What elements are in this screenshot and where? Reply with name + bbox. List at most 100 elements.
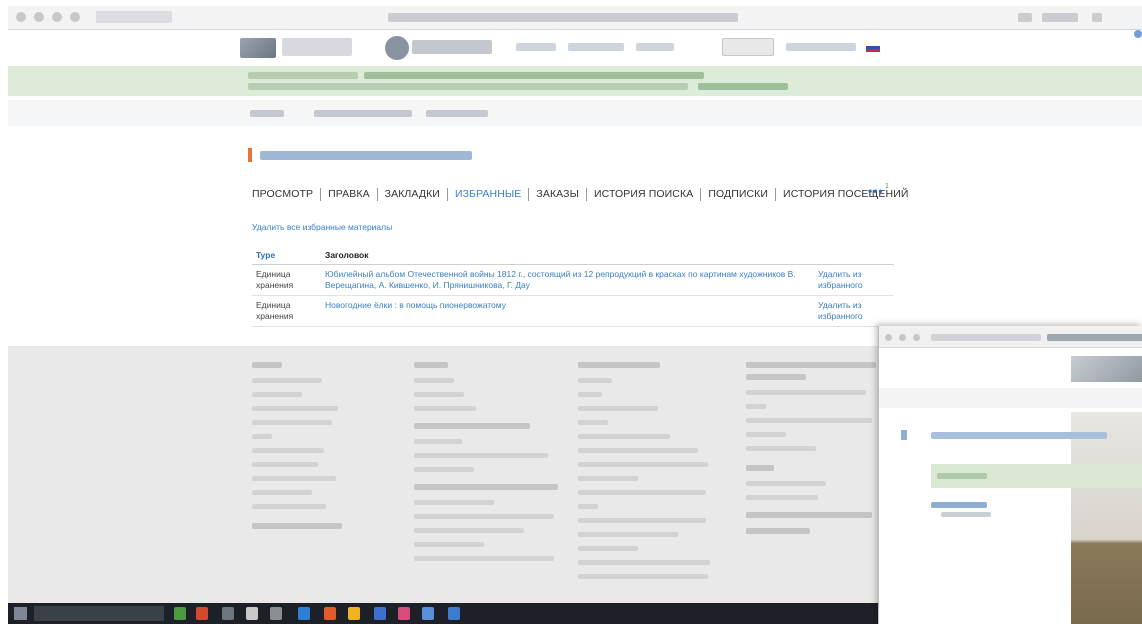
footer-link[interactable]	[252, 490, 312, 495]
footer-heading	[746, 528, 810, 534]
remove-favorite-link[interactable]: Удалить из избранного	[814, 295, 894, 327]
app-icon[interactable]	[348, 607, 360, 620]
app-icon[interactable]	[174, 607, 186, 620]
tab-bookmarks[interactable]: ЗАКЛАДКИ	[378, 187, 447, 201]
row-title-link[interactable]: Новогодние ёлки : в помощь пионервожатом…	[321, 295, 814, 327]
browser-edge-icon[interactable]	[1134, 30, 1142, 38]
window-address-bar[interactable]	[931, 334, 1041, 341]
reload-icon[interactable]	[913, 334, 920, 341]
app-icon[interactable]	[298, 607, 310, 620]
header-nav-item[interactable]	[786, 43, 856, 51]
banner-link[interactable]	[364, 72, 704, 79]
app-icon[interactable]	[374, 607, 386, 620]
footer-link[interactable]	[578, 574, 708, 579]
footer-link[interactable]	[746, 481, 826, 486]
footer-link[interactable]	[414, 392, 464, 397]
start-icon[interactable]	[14, 607, 27, 620]
footer-link[interactable]	[578, 420, 608, 425]
tab-edit[interactable]: ПРАВКА	[321, 187, 377, 201]
footer-link[interactable]	[252, 420, 332, 425]
tab-visit-history[interactable]: ИСТОРИЯ ПОСЕЩЕНИЙ	[776, 187, 915, 201]
footer-link[interactable]	[252, 406, 338, 411]
app-icon[interactable]	[422, 607, 434, 620]
footer-link[interactable]	[414, 514, 554, 519]
footer-link[interactable]	[746, 495, 818, 500]
taskbar-search[interactable]	[34, 606, 164, 621]
home-icon[interactable]	[70, 12, 80, 22]
footer-link[interactable]	[578, 392, 602, 397]
header-nav-item[interactable]	[568, 43, 624, 51]
app-icon[interactable]	[324, 607, 336, 620]
breadcrumb-home[interactable]	[250, 110, 284, 117]
header-nav-item[interactable]	[636, 43, 674, 51]
app-icon[interactable]	[448, 607, 460, 620]
address-bar[interactable]	[96, 11, 172, 23]
extension-icon[interactable]	[1018, 13, 1032, 22]
footer-link[interactable]	[252, 476, 336, 481]
content-link[interactable]	[931, 502, 987, 508]
footer-link[interactable]	[252, 434, 272, 439]
library-logo[interactable]	[240, 38, 276, 58]
column-type[interactable]: Type	[252, 246, 321, 265]
menu-icon[interactable]	[1092, 13, 1102, 22]
app-icon[interactable]	[222, 607, 234, 620]
remove-all-favorites-link[interactable]: Удалить все избранные материалы	[252, 222, 392, 232]
tab-favorites[interactable]: ИЗБРАННЫЕ	[448, 187, 528, 201]
remove-favorite-link[interactable]: Удалить из избранного	[814, 264, 894, 296]
app-icon[interactable]	[398, 607, 410, 620]
tab-orders[interactable]: ЗАКАЗЫ	[529, 187, 586, 201]
app-icon[interactable]	[246, 607, 258, 620]
footer-link[interactable]	[414, 406, 476, 411]
tab-search-history[interactable]: ИСТОРИЯ ПОИСКА	[587, 187, 700, 201]
back-icon[interactable]	[885, 334, 892, 341]
more-tabs-button[interactable]: •••	[868, 184, 884, 198]
footer-link[interactable]	[414, 542, 484, 547]
footer-link[interactable]	[578, 490, 706, 495]
profile-button[interactable]	[1042, 13, 1078, 22]
header-nav-item[interactable]	[516, 43, 556, 51]
footer-link[interactable]	[414, 528, 524, 533]
footer-link[interactable]	[578, 476, 638, 481]
footer-link[interactable]	[746, 446, 816, 451]
footer-link[interactable]	[578, 406, 658, 411]
footer-link[interactable]	[746, 432, 786, 437]
footer-link[interactable]	[746, 390, 866, 395]
footer-link[interactable]	[578, 448, 698, 453]
footer-link[interactable]	[414, 556, 554, 561]
footer-link[interactable]	[578, 504, 598, 509]
header-account-button[interactable]	[722, 38, 774, 56]
footer-link[interactable]	[578, 532, 678, 537]
footer-link[interactable]	[252, 504, 326, 509]
footer-link[interactable]	[414, 500, 494, 505]
footer-link[interactable]	[578, 546, 638, 551]
reload-icon[interactable]	[52, 12, 62, 22]
forward-icon[interactable]	[899, 334, 906, 341]
back-icon[interactable]	[16, 12, 26, 22]
footer-link[interactable]	[746, 404, 766, 409]
forward-icon[interactable]	[34, 12, 44, 22]
app-icon[interactable]	[196, 607, 208, 620]
footer-link[interactable]	[414, 467, 474, 472]
footer-link[interactable]	[414, 439, 462, 444]
footer-link[interactable]	[252, 448, 324, 453]
footer-link[interactable]	[414, 378, 454, 383]
banner-link[interactable]	[698, 83, 788, 90]
tab-subscriptions[interactable]: ПОДПИСКИ	[701, 187, 775, 201]
footer-link[interactable]	[252, 462, 318, 467]
column-title[interactable]: Заголовок	[321, 246, 814, 265]
tab-view[interactable]: ПРОСМОТР	[252, 187, 320, 201]
footer-link[interactable]	[578, 434, 670, 439]
footer-link[interactable]	[578, 462, 708, 467]
footer-link[interactable]	[578, 378, 612, 383]
footer-link[interactable]	[414, 453, 548, 458]
footer-link[interactable]	[578, 560, 710, 565]
breadcrumb-item[interactable]	[314, 110, 412, 117]
footer-link[interactable]	[578, 518, 706, 523]
footer-link[interactable]	[252, 378, 322, 383]
flag-icon[interactable]	[866, 43, 880, 52]
overlapping-browser-window[interactable]	[878, 326, 1142, 624]
row-title-link[interactable]: Юбилейный альбом Отечественной войны 181…	[321, 264, 814, 296]
app-icon[interactable]	[270, 607, 282, 620]
footer-link[interactable]	[746, 418, 872, 423]
footer-link[interactable]	[252, 392, 302, 397]
